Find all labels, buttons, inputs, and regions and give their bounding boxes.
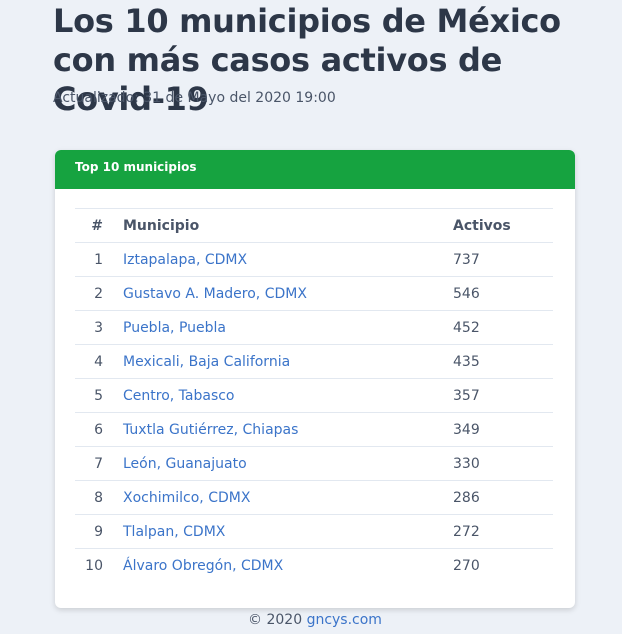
row-rank: 8 [75,480,123,515]
table-row: 7 León, Guanajuato 330 [75,446,553,481]
municipio-link[interactable]: Puebla, Puebla [123,320,226,336]
row-municipio-cell: Xochimilco, CDMX [123,480,453,515]
row-rank: 4 [75,344,123,379]
updated-timestamp: Actualizado: 31 de Mayo del 2020 19:00 [53,90,336,106]
row-activos: 270 [453,548,553,582]
row-activos: 452 [453,310,553,345]
table-row: 8 Xochimilco, CDMX 286 [75,480,553,515]
row-rank: 9 [75,514,123,549]
municipios-table: # Municipio Activos 1 Iztapalapa, CDMX 737… [75,208,553,582]
row-activos: 737 [453,242,553,277]
table-row: 10 Álvaro Obregón, CDMX 270 [75,548,553,582]
row-municipio-cell: Tlalpan, CDMX [123,514,453,549]
municipio-link[interactable]: Gustavo A. Madero, CDMX [123,286,307,302]
card-header: Top 10 municipios [55,150,575,189]
municipio-link[interactable]: Centro, Tabasco [123,388,235,404]
municipio-link[interactable]: Álvaro Obregón, CDMX [123,558,283,574]
municipio-link[interactable]: Tuxtla Gutiérrez, Chiapas [123,422,298,438]
row-activos: 272 [453,514,553,549]
column-header-municipio: Municipio [123,208,453,243]
row-activos: 357 [453,378,553,413]
table-row: 4 Mexicali, Baja California 435 [75,344,553,379]
row-rank: 7 [75,446,123,481]
row-municipio-cell: Iztapalapa, CDMX [123,242,453,277]
municipio-link[interactable]: Xochimilco, CDMX [123,490,250,506]
row-municipio-cell: Gustavo A. Madero, CDMX [123,276,453,311]
table-header-row: # Municipio Activos [75,208,553,243]
column-header-rank: # [75,208,123,243]
row-activos: 546 [453,276,553,311]
row-municipio-cell: Tuxtla Gutiérrez, Chiapas [123,412,453,447]
table-row: 5 Centro, Tabasco 357 [75,378,553,413]
row-municipio-cell: Puebla, Puebla [123,310,453,345]
municipio-link[interactable]: León, Guanajuato [123,456,247,472]
row-municipio-cell: Mexicali, Baja California [123,344,453,379]
footer-link[interactable]: gncys.com [307,612,382,628]
table-row: 3 Puebla, Puebla 452 [75,310,553,345]
row-rank: 10 [75,548,123,582]
table-row: 6 Tuxtla Gutiérrez, Chiapas 349 [75,412,553,447]
row-rank: 1 [75,242,123,277]
table-row: 9 Tlalpan, CDMX 272 [75,514,553,549]
row-activos: 349 [453,412,553,447]
row-municipio-cell: Centro, Tabasco [123,378,453,413]
row-rank: 2 [75,276,123,311]
municipio-link[interactable]: Mexicali, Baja California [123,354,290,370]
row-municipio-cell: León, Guanajuato [123,446,453,481]
row-activos: 435 [453,344,553,379]
row-rank: 3 [75,310,123,345]
municipio-link[interactable]: Iztapalapa, CDMX [123,252,247,268]
table-row: 1 Iztapalapa, CDMX 737 [75,242,553,277]
footer: © 2020 gncys.com [0,612,622,628]
footer-copyright: © 2020 [248,612,307,628]
row-activos: 330 [453,446,553,481]
table-row: 2 Gustavo A. Madero, CDMX 546 [75,276,553,311]
row-activos: 286 [453,480,553,515]
row-rank: 6 [75,412,123,447]
row-rank: 5 [75,378,123,413]
top-municipios-card: Top 10 municipios # Municipio Activos 1I… [55,150,575,608]
municipio-link[interactable]: Tlalpan, CDMX [123,524,225,540]
row-municipio-cell: Álvaro Obregón, CDMX [123,548,453,582]
column-header-activos: Activos [453,208,553,243]
